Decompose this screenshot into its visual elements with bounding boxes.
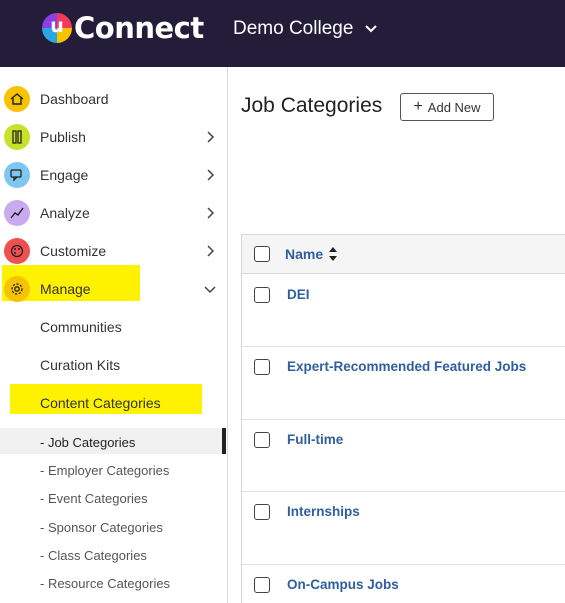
main-content: Job Categories + Add New Name DEI Expert… <box>229 67 565 603</box>
chevron-down-icon <box>365 25 378 33</box>
row-checkbox[interactable] <box>254 432 270 448</box>
top-bar: u Connect Demo College <box>0 0 565 67</box>
logo-bubble-icon: u <box>42 13 72 43</box>
college-selector[interactable]: Demo College <box>233 16 379 42</box>
publish-icon <box>4 124 30 150</box>
sidebar-item-publish[interactable]: Publish <box>0 118 228 156</box>
sidebar: Dashboard Publish Engage Analyze Customi… <box>0 67 228 603</box>
logo-letter: u <box>50 15 64 37</box>
page-title: Job Categories <box>241 94 383 117</box>
table-header: Name <box>242 235 565 274</box>
chevron-right-icon <box>207 245 215 257</box>
chat-icon <box>4 162 30 188</box>
sidebar-item-label: Customize <box>40 243 107 259</box>
sidebar-subitem-content-categories[interactable]: Content Categories <box>40 395 161 411</box>
table-row[interactable]: On-Campus Jobs <box>242 565 565 603</box>
plus-icon: + <box>413 98 423 115</box>
active-item-indicator <box>222 428 226 454</box>
sidebar-item-dashboard[interactable]: Dashboard <box>0 80 228 118</box>
category-name-link[interactable]: Full-time <box>287 432 343 447</box>
palette-icon <box>4 238 30 264</box>
sidebar-item-label: Analyze <box>40 205 90 221</box>
sidebar-subsub-class-categories[interactable]: - Class Categories <box>40 548 147 563</box>
category-name-link[interactable]: Expert-Recommended Featured Jobs <box>287 359 526 374</box>
table-row[interactable]: DEI <box>242 275 565 347</box>
sidebar-item-manage[interactable]: Manage <box>0 270 228 308</box>
chevron-right-icon <box>207 131 215 143</box>
sort-icon[interactable] <box>328 246 338 262</box>
chevron-right-icon <box>207 169 215 181</box>
home-icon <box>4 86 30 112</box>
row-checkbox[interactable] <box>254 504 270 520</box>
sidebar-subitem-curation-kits[interactable]: Curation Kits <box>40 357 120 373</box>
sidebar-item-label: Manage <box>40 281 91 297</box>
sidebar-subsub-event-categories[interactable]: - Event Categories <box>40 491 148 506</box>
uconnect-logo[interactable]: u Connect <box>42 11 204 45</box>
table-row[interactable]: Expert-Recommended Featured Jobs <box>242 347 565 420</box>
add-new-label: Add New <box>427 99 481 115</box>
row-checkbox[interactable] <box>254 359 270 375</box>
select-all-checkbox[interactable] <box>254 246 270 262</box>
sidebar-item-label: Publish <box>40 129 86 145</box>
table-row[interactable]: Full-time <box>242 420 565 492</box>
sidebar-item-label: Engage <box>40 167 89 183</box>
sidebar-subsub-resource-categories[interactable]: - Resource Categories <box>40 576 170 591</box>
college-name: Demo College <box>233 18 354 39</box>
category-name-link[interactable]: Internships <box>287 504 360 519</box>
name-column-header[interactable]: Name <box>285 246 323 262</box>
category-name-link[interactable]: On-Campus Jobs <box>287 577 399 592</box>
chevron-right-icon <box>207 207 215 219</box>
sidebar-item-analyze[interactable]: Analyze <box>0 194 228 232</box>
sidebar-item-engage[interactable]: Engage <box>0 156 228 194</box>
add-new-button[interactable]: + Add New <box>400 93 494 121</box>
chevron-down-icon <box>204 286 216 294</box>
sidebar-subitem-communities[interactable]: Communities <box>40 319 122 335</box>
gear-icon <box>4 276 30 302</box>
sidebar-subsub-employer-categories[interactable]: - Employer Categories <box>40 463 169 478</box>
categories-table: Name DEI Expert-Recommended Featured Job… <box>241 234 565 603</box>
sidebar-subsub-sponsor-categories[interactable]: - Sponsor Categories <box>40 520 163 535</box>
analytics-icon <box>4 200 30 226</box>
category-name-link[interactable]: DEI <box>287 287 310 302</box>
row-checkbox[interactable] <box>254 287 270 303</box>
logo-text: Connect <box>74 11 204 45</box>
table-row[interactable]: Internships <box>242 492 565 565</box>
sidebar-subsub-job-categories[interactable]: - Job Categories <box>40 435 135 450</box>
sidebar-item-label: Dashboard <box>40 91 109 107</box>
row-checkbox[interactable] <box>254 577 270 593</box>
